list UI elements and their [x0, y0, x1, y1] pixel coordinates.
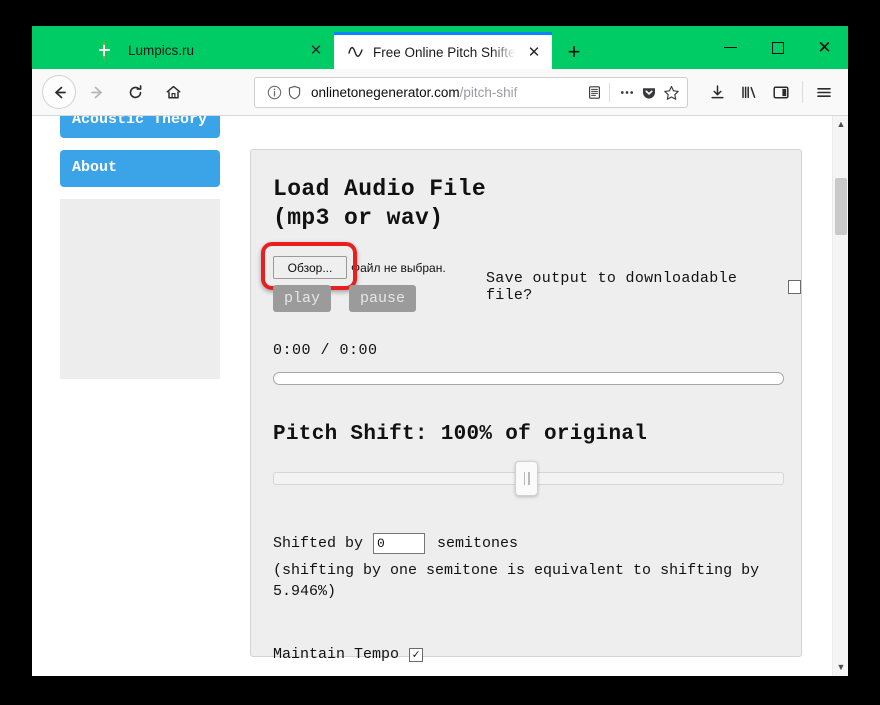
site-sidebar: Acoustic Theory About — [60, 116, 220, 379]
play-button[interactable]: play — [273, 285, 332, 313]
url-domain: onlinetonegenerator.com — [311, 85, 460, 100]
page-actions-ellipsis-icon[interactable] — [617, 83, 637, 103]
orange-slice-icon — [103, 41, 119, 59]
semitone-note: (shifting by one semitone is equivalent … — [273, 561, 760, 601]
navigation-toolbar: onlinetonegenerator.com/pitch-shif — [32, 69, 848, 116]
close-icon[interactable]: ✕ — [801, 26, 848, 69]
scrollbar-thumb[interactable] — [835, 178, 847, 235]
maintain-tempo-checkbox[interactable]: ✓ — [409, 647, 424, 662]
reader-view-icon[interactable] — [584, 83, 604, 103]
browser-tab-lumpics[interactable]: Lumpics.ru ✕ — [89, 32, 334, 69]
download-icon[interactable] — [701, 76, 733, 108]
sidebar-item-acoustic-theory[interactable]: Acoustic Theory — [60, 116, 220, 139]
browser-window: Lumpics.ru ✕ Free Online Pitch Shifter |… — [32, 26, 848, 676]
url-text: onlinetonegenerator.com/pitch-shif — [311, 85, 582, 100]
pitch-slider-handle[interactable] — [515, 460, 538, 496]
semitones-input[interactable]: 0 — [373, 532, 426, 554]
maintain-tempo-row: Maintain Tempo ✓ — [273, 646, 801, 663]
forward-arrow-icon — [80, 75, 114, 109]
toolbar-divider — [802, 81, 803, 103]
browser-tab-pitch-shifter[interactable]: Free Online Pitch Shifter | Onlin ✕ — [334, 32, 552, 69]
pitch-shift-label: Pitch Shift: 100% of original — [273, 422, 648, 446]
tab-strip: Lumpics.ru ✕ Free Online Pitch Shifter |… — [32, 26, 848, 69]
url-path: /pitch-shif — [459, 85, 518, 100]
window-controls: ✕ — [707, 26, 848, 69]
hamburger-menu-icon[interactable] — [808, 76, 840, 108]
new-tab-button[interactable]: + — [560, 38, 588, 66]
shifted-by-label: Shifted by — [273, 534, 364, 552]
semitones-unit-label: semitones — [437, 534, 519, 552]
back-arrow-icon[interactable] — [42, 75, 76, 109]
save-output-row: Save output to downloadable file? — [486, 270, 801, 304]
url-bar[interactable]: onlinetonegenerator.com/pitch-shif — [254, 77, 688, 108]
playback-progress-bar[interactable] — [273, 371, 784, 385]
tab-title: Lumpics.ru — [128, 43, 195, 58]
file-status-text: Файл не выбран. — [351, 260, 446, 275]
star-icon[interactable] — [661, 83, 681, 103]
save-output-label: Save output to downloadable file? — [486, 269, 738, 304]
home-icon[interactable] — [156, 75, 190, 109]
info-circle-icon[interactable] — [264, 83, 284, 103]
toolbar-right-group — [701, 76, 840, 108]
page-viewport: Acoustic Theory About Load Audio File (m… — [32, 116, 848, 676]
minimize-icon[interactable] — [707, 26, 754, 69]
tab-close-icon[interactable]: ✕ — [307, 42, 325, 60]
scrollbar-up-arrow-icon[interactable]: ▲ — [833, 116, 848, 133]
page-title: Load Audio File (mp3 or wav) — [273, 176, 487, 232]
browse-file-button[interactable]: Обзор... — [273, 256, 347, 280]
waveform-icon — [348, 44, 364, 60]
ad-placeholder — [60, 198, 220, 379]
maximize-icon[interactable] — [754, 26, 801, 69]
page-scrollbar[interactable]: ▲ ▼ — [832, 116, 848, 676]
scrollbar-down-arrow-icon[interactable]: ▼ — [833, 659, 848, 676]
save-output-checkbox[interactable] — [787, 279, 801, 294]
library-icon[interactable] — [733, 76, 765, 108]
urlbar-divider — [609, 83, 610, 102]
timecode-display: 0:00 / 0:00 — [273, 341, 378, 359]
maintain-tempo-label: Maintain Tempo — [273, 646, 400, 664]
tab-title: Free Online Pitch Shifter | Onlin — [373, 44, 517, 60]
pause-button[interactable]: pause — [349, 285, 417, 313]
shield-icon[interactable] — [284, 83, 304, 103]
sidebar-toggle-icon[interactable] — [765, 76, 797, 108]
sidebar-item-about[interactable]: About — [60, 150, 220, 187]
pitch-shift-slider[interactable] — [273, 460, 784, 496]
pocket-icon[interactable] — [639, 83, 659, 103]
media-controls-row: play pause Save output to downloadable f… — [273, 270, 801, 314]
reload-icon[interactable] — [118, 75, 152, 109]
pitch-shifter-card: Load Audio File (mp3 or wav) Обзор... Фа… — [250, 149, 802, 663]
screen-root: Lumpics.ru ✕ Free Online Pitch Shifter |… — [0, 0, 880, 705]
semitone-row: Shifted by 0 semitones — [273, 532, 801, 554]
tab-close-icon[interactable]: ✕ — [525, 43, 543, 61]
